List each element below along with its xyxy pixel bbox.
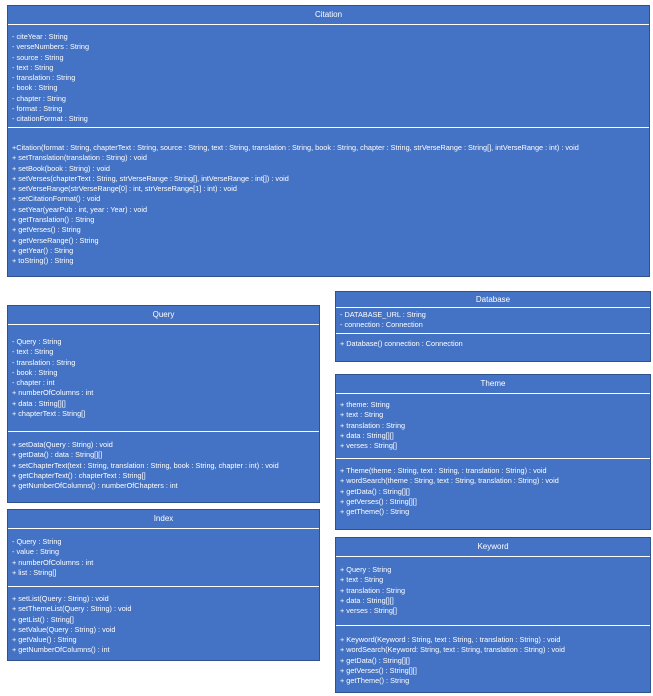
database-class-box: Database - DATABASE_URL : String - connec…	[335, 291, 651, 362]
operation: + getNumberOfColumns() : int	[12, 645, 110, 655]
operation: + setBook(book : String) : void	[12, 163, 110, 173]
operation: + getData() : String[][]	[340, 655, 410, 665]
operation: +Citation(format : String, chapterText :…	[12, 143, 579, 152]
class-name-theme: Theme	[336, 375, 650, 394]
class-name-database: Database	[336, 292, 650, 308]
attribute: + list : String[]	[12, 567, 57, 577]
operation: + wordSearch(theme : String, text : Stri…	[340, 476, 559, 486]
attribute: - value : String	[12, 547, 60, 557]
operation: + getChapterText() : chapterText : Strin…	[12, 470, 146, 480]
operation: + getVerses() : String[][]	[340, 496, 417, 506]
operation: + getVerseRange() : String	[12, 235, 99, 245]
attribute: + Query : String	[340, 565, 392, 574]
operation: + getTheme() : String	[340, 507, 410, 517]
attribute: + numberOfColumns : int	[12, 388, 94, 398]
operation: + getYear() : String	[12, 245, 74, 255]
citation-operations: +Citation(format : String, chapterText :…	[8, 127, 649, 272]
attribute: + data : String[][]	[12, 398, 66, 408]
class-name-citation: Citation	[8, 6, 649, 25]
operation: + setYear(yearPub : int, year : Year) : …	[12, 204, 148, 214]
attribute: - book : String	[12, 83, 58, 93]
operation: + Keyword(Keyword : String, text : Strin…	[340, 635, 561, 644]
operation: + getData() : data : String[][]	[12, 450, 103, 460]
attribute: - verseNumbers : String	[12, 42, 90, 52]
attribute: + translation : String	[340, 420, 406, 430]
operation: + setValue(Query : String) : void	[12, 624, 116, 634]
keyword-class-box: Keyword + Query : String + text : String +…	[335, 537, 651, 693]
operation: + getData() : String[][]	[340, 486, 410, 496]
attribute: - format : String	[12, 104, 63, 114]
citation-class-box: Citation - citeYear : String - verseNumbe…	[7, 5, 650, 277]
operation: + getNumberOfColumns() : numberOfChapter…	[12, 481, 178, 491]
attribute: + verses : String[]	[340, 606, 397, 616]
attribute: - Query : String	[12, 537, 62, 546]
attribute: - citeYear : String	[12, 32, 68, 41]
attribute: + numberOfColumns : int	[12, 557, 94, 567]
operation: + setThemeList(Query : String) : void	[12, 604, 132, 614]
theme-attributes: + theme: String + text : String + translat…	[336, 394, 650, 458]
attribute: + text : String	[340, 575, 384, 585]
attribute: + data : String[][]	[340, 595, 394, 605]
attribute: + translation : String	[340, 585, 406, 595]
operation: + getTheme() : String	[340, 676, 410, 686]
operation: + Theme(theme : String, text : String, :…	[340, 466, 547, 475]
attribute: + data : String[][]	[340, 430, 394, 440]
attribute: - source : String	[12, 52, 64, 62]
operation: + Database() connection : Connection	[340, 339, 463, 348]
index-attributes: - Query : String - value : String + number…	[8, 529, 319, 586]
attribute: + verses : String[]	[340, 441, 397, 451]
attribute: - translation : String	[12, 73, 76, 83]
operation: + setVerseRange(strVerseRange[0] : int, …	[12, 184, 237, 194]
operation: + setTranslation(translation : String) :…	[12, 153, 147, 163]
attribute: + theme: String	[340, 400, 390, 409]
query-operations: + setData(Query : String) : void + getDat…	[8, 431, 319, 496]
operation: + getValue() : String	[12, 635, 77, 645]
index-operations: + setList(Query : String) : void + setThe…	[8, 586, 319, 661]
attribute: + text : String	[340, 410, 384, 420]
index-class-box: Index - Query : String - value : String + …	[7, 509, 320, 661]
class-name-index: Index	[8, 510, 319, 529]
query-attributes: - Query : String - text : String - transla…	[8, 325, 319, 431]
attribute: - text : String	[12, 347, 54, 357]
attribute: - chapter : String	[12, 93, 66, 103]
operation: + getList() : String[]	[12, 614, 74, 624]
keyword-operations: + Keyword(Keyword : String, text : Strin…	[336, 625, 650, 691]
uml-class-diagram: Citation - citeYear : String - verseNumbe…	[0, 0, 653, 696]
attribute: - Query : String	[12, 337, 62, 346]
attribute: + chapterText : String[]	[12, 409, 86, 419]
keyword-attributes: + Query : String + text : String + transla…	[336, 557, 650, 625]
operation: + setVerses(chapterText : String, strVer…	[12, 173, 289, 183]
attribute: - DATABASE_URL : String	[340, 310, 426, 319]
operation: + getVerses() : String[][]	[340, 665, 417, 675]
database-operations: + Database() connection : Connection	[336, 333, 650, 354]
attribute: - book : String	[12, 367, 58, 377]
class-name-keyword: Keyword	[336, 538, 650, 557]
theme-operations: + Theme(theme : String, text : String, :…	[336, 458, 650, 522]
attribute: - connection : Connection	[340, 320, 423, 330]
attribute: - text : String	[12, 62, 54, 72]
operation: + setData(Query : String) : void	[12, 440, 113, 449]
class-name-query: Query	[8, 306, 319, 325]
attribute: - translation : String	[12, 357, 76, 367]
operation: + getVerses() : String	[12, 225, 81, 235]
theme-class-box: Theme + theme: String + text : String + tr…	[335, 374, 651, 530]
attribute: - citationFormat : String	[12, 114, 88, 124]
citation-attributes: - citeYear : String - verseNumbers : Stri…	[8, 25, 649, 127]
query-class-box: Query - Query : String - text : String - t…	[7, 305, 320, 503]
operation: + toString() : String	[12, 256, 74, 266]
operation: + setList(Query : String) : void	[12, 594, 109, 603]
attribute: - chapter : int	[12, 378, 55, 388]
operation: + getTranslation() : String	[12, 215, 95, 225]
database-attributes: - DATABASE_URL : String - connection : Co…	[336, 308, 650, 333]
operation: + setChapterText(text : String, translat…	[12, 460, 279, 470]
operation: + wordSearch(Keyword: String, text : Str…	[340, 645, 565, 655]
operation: + setCitationFormat() : void	[12, 194, 101, 204]
